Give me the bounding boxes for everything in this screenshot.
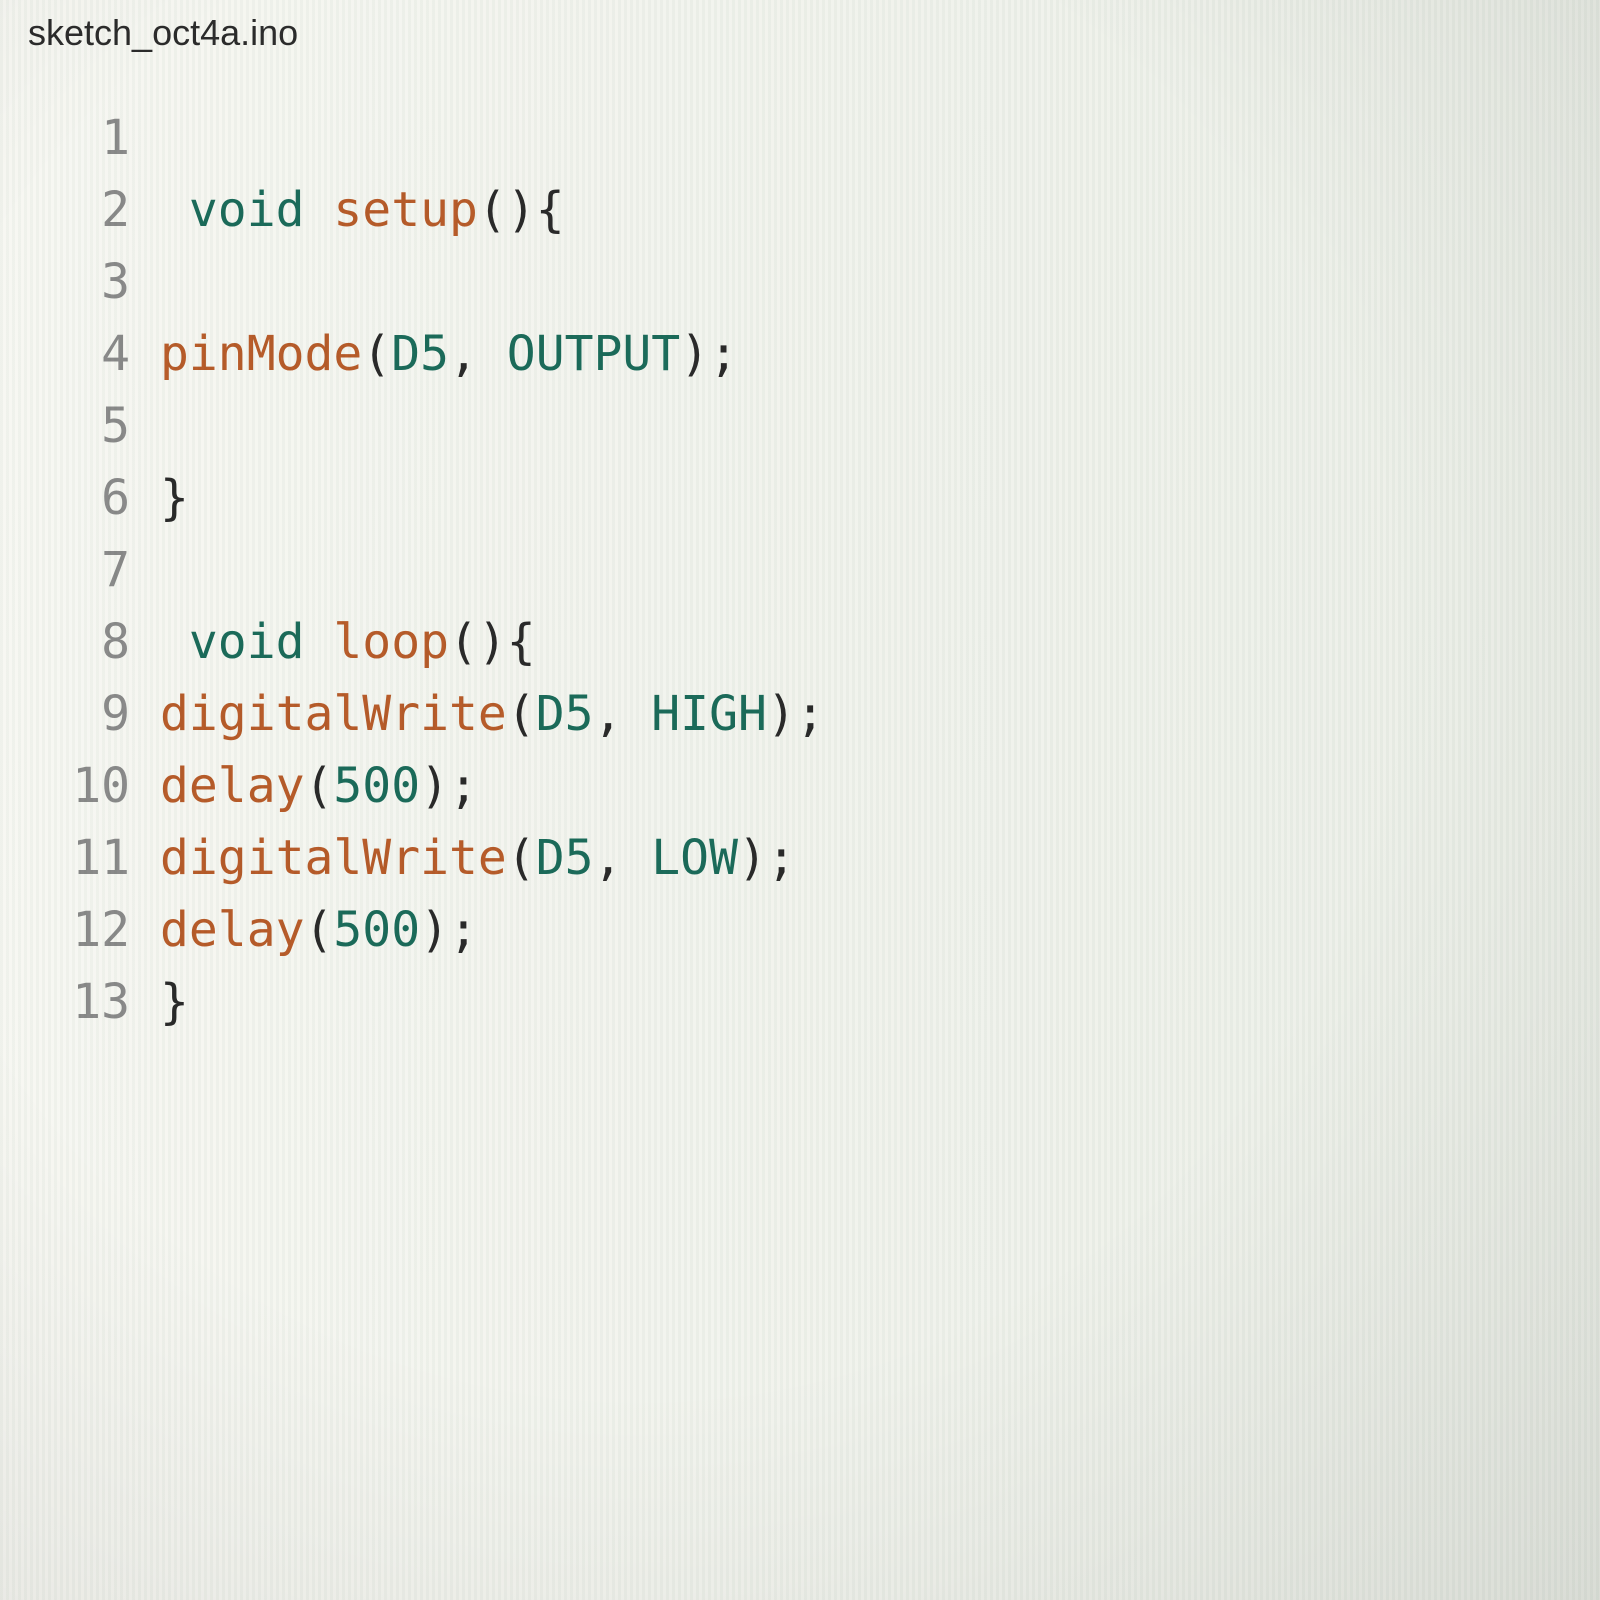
code-line[interactable]: }: [160, 966, 1600, 1038]
token: delay: [160, 894, 305, 966]
code-line[interactable]: digitalWrite(D5, HIGH);: [160, 678, 1600, 750]
token: D5: [536, 822, 594, 894]
code-line[interactable]: pinMode(D5, OUTPUT);: [160, 318, 1600, 390]
token: (: [305, 894, 334, 966]
token: );: [420, 894, 478, 966]
code-line[interactable]: [160, 102, 1600, 174]
code-line[interactable]: [160, 534, 1600, 606]
code-line[interactable]: }: [160, 462, 1600, 534]
token: D5: [391, 318, 449, 390]
token: ,: [593, 822, 651, 894]
token: }: [160, 966, 189, 1038]
code-line[interactable]: delay(500);: [160, 750, 1600, 822]
token: pinMode: [160, 318, 362, 390]
token: void: [189, 174, 305, 246]
token: LOW: [651, 822, 738, 894]
code-line[interactable]: void setup(){: [160, 174, 1600, 246]
line-number: 11: [0, 822, 160, 894]
line-number: 4: [0, 318, 160, 390]
token: (: [507, 678, 536, 750]
line-number: 6: [0, 462, 160, 534]
token: 500: [333, 750, 420, 822]
line-number: 2: [0, 174, 160, 246]
tab-bar: sketch_oct4a.ino: [0, 0, 1600, 62]
token: [305, 606, 334, 678]
token: (: [362, 318, 391, 390]
line-number: 12: [0, 894, 160, 966]
code-line[interactable]: [160, 246, 1600, 318]
token: void: [189, 606, 305, 678]
token: (: [305, 750, 334, 822]
token: OUTPUT: [507, 318, 680, 390]
token: loop: [333, 606, 449, 678]
token: (){: [478, 174, 565, 246]
code-editor[interactable]: 12345678910111213 void setup(){pinMode(D…: [0, 62, 1600, 1038]
token: );: [680, 318, 738, 390]
token: D5: [536, 678, 594, 750]
token: delay: [160, 750, 305, 822]
token: );: [738, 822, 796, 894]
token: digitalWrite: [160, 822, 507, 894]
token: (: [507, 822, 536, 894]
line-number: 9: [0, 678, 160, 750]
token: 500: [333, 894, 420, 966]
code-line[interactable]: [160, 390, 1600, 462]
line-number-gutter: 12345678910111213: [0, 62, 160, 1038]
token: ,: [593, 678, 651, 750]
token: );: [767, 678, 825, 750]
code-line[interactable]: digitalWrite(D5, LOW);: [160, 822, 1600, 894]
line-number: 8: [0, 606, 160, 678]
code-line[interactable]: delay(500);: [160, 894, 1600, 966]
token: ,: [449, 318, 507, 390]
token: HIGH: [651, 678, 767, 750]
line-number: 3: [0, 246, 160, 318]
token: [160, 606, 189, 678]
line-number: 1: [0, 102, 160, 174]
token: [305, 174, 334, 246]
line-number: 13: [0, 966, 160, 1038]
token: digitalWrite: [160, 678, 507, 750]
line-number: 10: [0, 750, 160, 822]
line-number: 5: [0, 390, 160, 462]
editor-screen: sketch_oct4a.ino 12345678910111213 void …: [0, 0, 1600, 1600]
token: [160, 174, 189, 246]
token: );: [420, 750, 478, 822]
file-tab[interactable]: sketch_oct4a.ino: [20, 8, 306, 58]
line-number: 7: [0, 534, 160, 606]
token: }: [160, 462, 189, 534]
code-line[interactable]: void loop(){: [160, 606, 1600, 678]
token: setup: [333, 174, 478, 246]
code-area[interactable]: void setup(){pinMode(D5, OUTPUT);} void …: [160, 62, 1600, 1038]
token: (){: [449, 606, 536, 678]
